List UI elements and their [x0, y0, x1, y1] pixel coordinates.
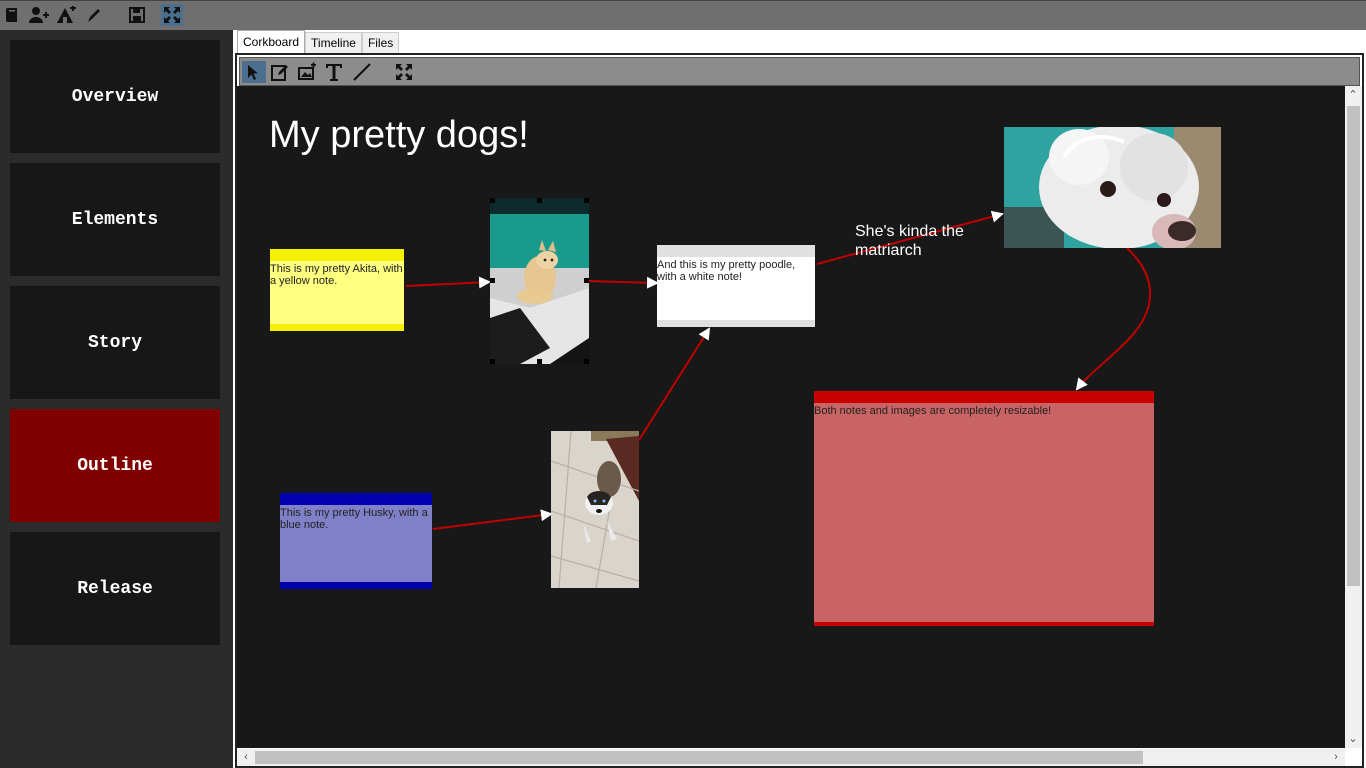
akita-photo[interactable]	[490, 198, 589, 364]
connector-poodle-photo[interactable]	[1075, 247, 1152, 391]
edit-note-icon[interactable]	[268, 61, 292, 83]
resize-handle[interactable]	[490, 278, 495, 283]
poodle-photo[interactable]	[1004, 127, 1221, 248]
sidebar-item-label: Elements	[71, 209, 159, 230]
free-text-label[interactable]: She's kinda the matriarch	[855, 222, 995, 260]
scroll-up-icon[interactable]: ⌃	[1346, 88, 1360, 102]
fullscreen-icon[interactable]	[392, 61, 416, 83]
husky-photo[interactable]	[551, 431, 639, 588]
sidebar-item-label: Release	[77, 578, 153, 599]
resize-handle[interactable]	[537, 198, 542, 203]
sidebar-item-story[interactable]: Story	[10, 286, 220, 399]
connector-husky-photo[interactable]	[638, 327, 711, 441]
note-header	[280, 493, 432, 505]
note-yellow[interactable]: This is my pretty Akita, with a yellow n…	[270, 249, 404, 331]
resize-handle[interactable]	[584, 198, 589, 203]
scroll-down-icon[interactable]: ⌄	[1346, 732, 1360, 746]
tab-bar: Corkboard Timeline Files	[237, 30, 400, 53]
add-location-icon[interactable]	[55, 4, 77, 26]
note-text[interactable]: This is my pretty Akita, with a yellow n…	[270, 263, 404, 287]
add-image-icon[interactable]	[295, 61, 319, 83]
corkboard-frame: My pretty dogs! This is my pretty Akita,…	[235, 53, 1364, 768]
add-user-icon[interactable]	[28, 4, 50, 26]
corkboard-toolbar	[239, 57, 1360, 86]
note-footer	[280, 582, 432, 589]
note-header	[270, 249, 404, 261]
connector-akita-note[interactable]	[405, 276, 491, 289]
note-footer	[814, 622, 1154, 626]
horizontal-scroll-thumb[interactable]	[255, 751, 1143, 764]
scroll-right-icon[interactable]: ›	[1329, 750, 1343, 764]
sidebar-item-label: Overview	[71, 86, 159, 107]
note-text[interactable]: And this is my pretty poodle, with a whi…	[657, 259, 815, 283]
note-blue[interactable]: This is my pretty Husky, with a blue not…	[280, 493, 432, 589]
resize-handle[interactable]	[490, 198, 495, 203]
scroll-left-icon[interactable]: ‹	[239, 750, 253, 764]
connector-husky-note[interactable]	[432, 509, 553, 530]
tab-corkboard[interactable]: Corkboard	[237, 30, 306, 53]
sidebar: Overview Elements Story Outline Release	[0, 30, 231, 768]
note-text[interactable]: This is my pretty Husky, with a blue not…	[280, 507, 432, 531]
fullscreen-icon[interactable]	[161, 4, 183, 26]
note-footer	[270, 324, 404, 331]
line-icon[interactable]	[350, 61, 374, 83]
main-toolbar	[0, 0, 1366, 30]
vertical-scroll-thumb[interactable]	[1347, 106, 1360, 586]
pen-icon[interactable]	[83, 4, 105, 26]
resize-handle[interactable]	[490, 359, 495, 364]
note-header	[814, 391, 1154, 403]
note-white[interactable]: And this is my pretty poodle, with a whi…	[657, 245, 815, 327]
resize-handle[interactable]	[584, 359, 589, 364]
text-icon[interactable]	[322, 61, 346, 83]
pointer-icon[interactable]	[242, 61, 266, 83]
horizontal-scrollbar[interactable]: ‹ ›	[237, 749, 1345, 766]
resize-handle[interactable]	[584, 278, 589, 283]
sidebar-item-label: Outline	[77, 455, 153, 476]
book-icon[interactable]	[2, 4, 24, 26]
tab-timeline[interactable]: Timeline	[305, 32, 362, 53]
vertical-scrollbar[interactable]: ⌃ ⌄	[1345, 86, 1362, 748]
tab-files[interactable]: Files	[361, 32, 400, 53]
sidebar-item-release[interactable]: Release	[10, 532, 220, 645]
note-footer	[657, 320, 815, 327]
main-panel: Corkboard Timeline Files My pretty dogs!…	[233, 30, 1366, 768]
note-header	[657, 245, 815, 257]
connector-akita-photo[interactable]	[586, 276, 659, 289]
app-window: Overview Elements Story Outline Release …	[0, 0, 1366, 768]
resize-handle[interactable]	[537, 359, 542, 364]
save-icon[interactable]	[126, 4, 148, 26]
note-text[interactable]: Both notes and images are completely res…	[814, 405, 1154, 417]
sidebar-item-overview[interactable]: Overview	[10, 40, 220, 153]
note-red[interactable]: Both notes and images are completely res…	[814, 391, 1154, 626]
sidebar-item-outline[interactable]: Outline	[10, 409, 220, 522]
corkboard-canvas[interactable]: My pretty dogs! This is my pretty Akita,…	[237, 86, 1345, 748]
sidebar-item-elements[interactable]: Elements	[10, 163, 220, 276]
sidebar-item-label: Story	[87, 332, 142, 353]
